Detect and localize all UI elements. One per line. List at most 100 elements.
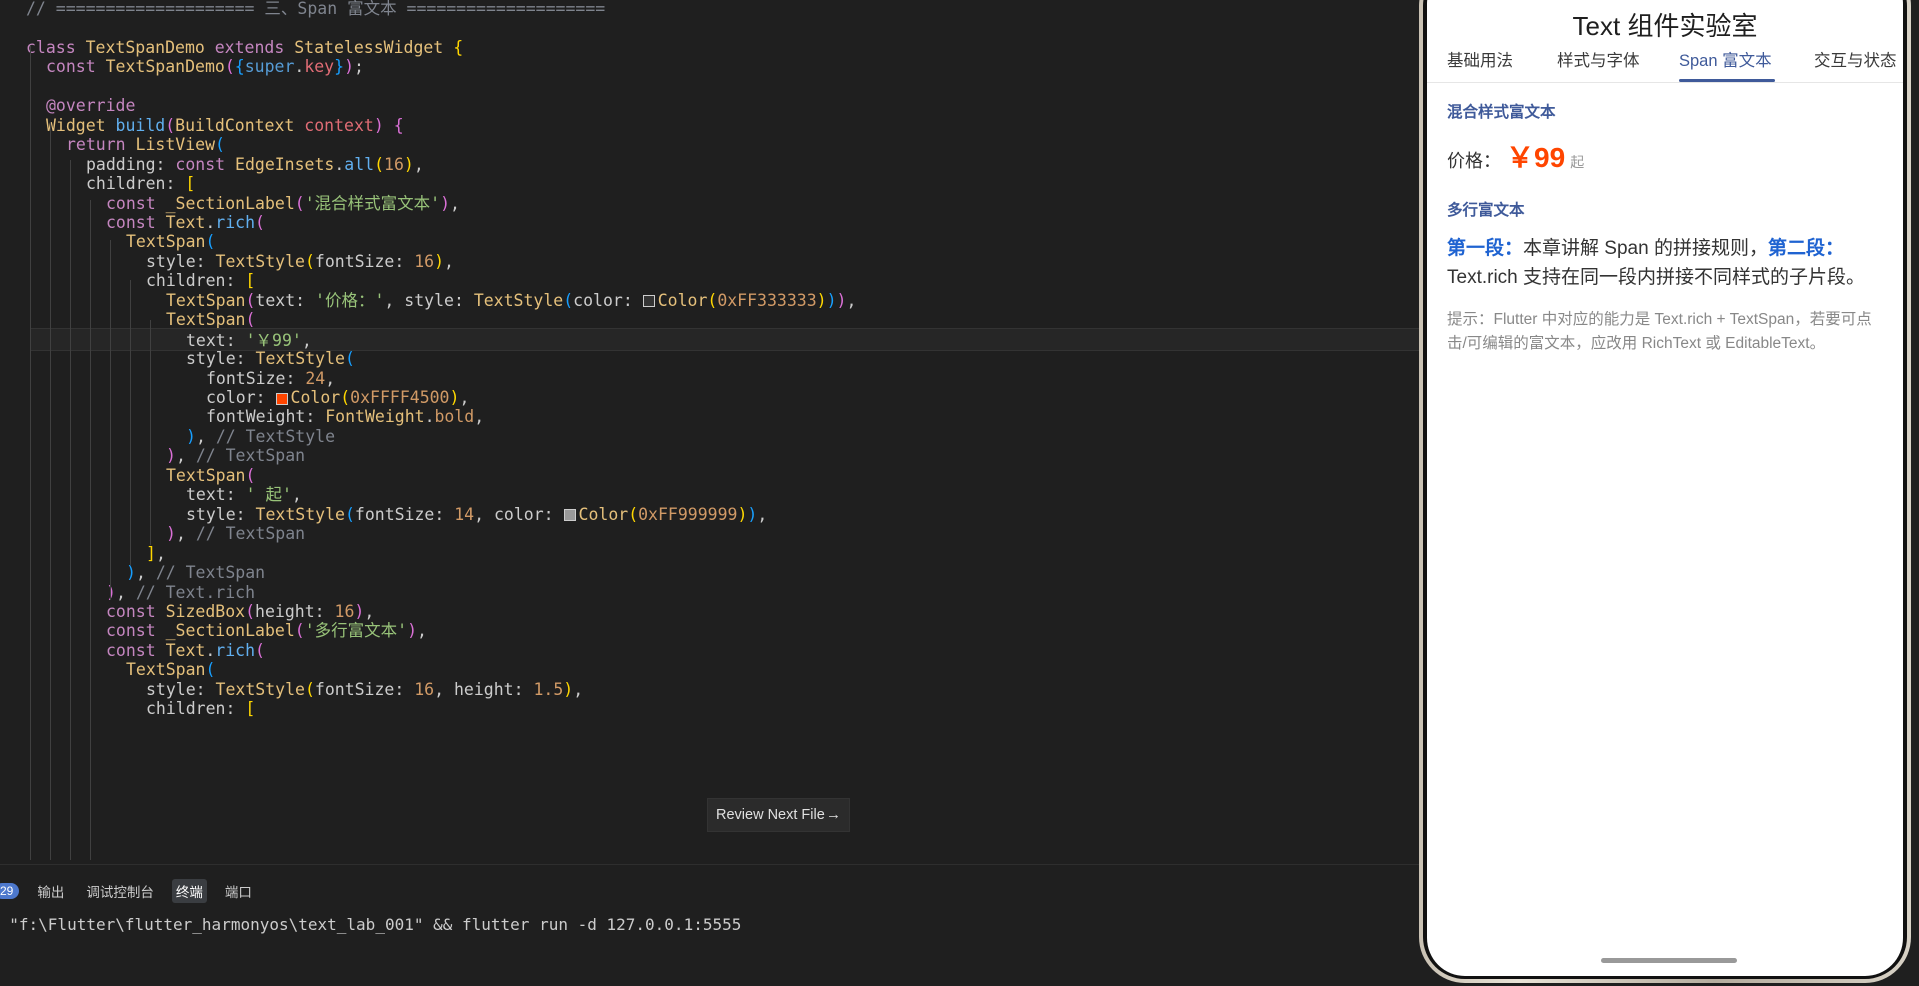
tab-basic-usage[interactable]: 基础用法: [1447, 40, 1513, 82]
bottom-panel: 29 输出 调试控制台 终端 端口 d "f:\Flutter\flutter_…: [0, 864, 1419, 986]
code-token: style:: [186, 504, 256, 524]
code-token: // TextStyle: [215, 426, 336, 446]
indent-guide: [70, 160, 71, 860]
tab-terminal[interactable]: 终端: [171, 879, 207, 903]
code-token: const: [106, 621, 166, 641]
indent-guide: [130, 280, 131, 565]
code-token: // TextSpan: [155, 563, 266, 583]
code-token: 1.5: [533, 679, 564, 699]
code-token: TextSpan: [126, 232, 206, 252]
code-token: {: [393, 115, 404, 135]
color-swatch[interactable]: [275, 392, 288, 405]
rich-text-1: 本章讲解 Span 的拼接规则，: [1523, 238, 1768, 259]
code-token: style:: [186, 349, 256, 369]
price-suffix: 起: [1570, 154, 1585, 170]
code-token: ListView: [135, 135, 216, 155]
color-swatch[interactable]: [563, 509, 576, 522]
panel-tabs: 29 输出 调试控制台 终端 端口: [0, 879, 270, 903]
code-token: text:: [186, 485, 246, 505]
code-token: children:: [146, 271, 246, 291]
home-indicator: [1601, 958, 1737, 963]
code-line[interactable]: ), // TextSpan: [166, 522, 305, 546]
device-preview: Text 组件实验室 基础用法 样式与字体 Span 富文本 交互与状态 混合样…: [1419, 0, 1919, 985]
rich-label-2: 第二段：: [1767, 238, 1844, 259]
rich-label-1: 第一段：: [1447, 238, 1524, 259]
code-token: const: [106, 640, 166, 660]
code-token: const: [46, 57, 106, 77]
code-line[interactable]: const TextSpanDemo({super.key});: [46, 55, 364, 79]
code-token: 16: [384, 154, 404, 174]
code-token: [: [185, 174, 196, 194]
code-token: TextSpanDemo: [105, 57, 225, 77]
code-token: all: [344, 154, 375, 174]
code-token: {: [453, 37, 464, 57]
color-swatch[interactable]: [642, 295, 655, 308]
hint-text: 提示：Flutter 中对应的能力是 Text.rich + TextSpan，…: [1447, 311, 1872, 352]
code-token: (: [304, 251, 315, 271]
tab-debug-console[interactable]: 调试控制台: [82, 879, 158, 903]
terminal-line[interactable]: d "f:\Flutter\flutter_harmonyos\text_lab…: [0, 915, 741, 934]
price-prefix: 价格：: [1447, 151, 1501, 171]
code-token: (: [245, 465, 256, 485]
code-token: ): [563, 679, 574, 699]
code-editor[interactable]: // ==================== 三、Span 富文本 =====…: [0, 0, 1419, 863]
code-token: (: [628, 504, 639, 524]
code-token: (: [294, 193, 305, 213]
code-token: ): [166, 446, 176, 466]
code-token: TextSpan: [166, 310, 246, 330]
code-token: class: [26, 37, 86, 57]
code-token: [: [245, 271, 256, 291]
code-token: rich: [215, 640, 256, 660]
code-token: ): [186, 426, 196, 446]
tab-ports[interactable]: 端口: [221, 879, 256, 903]
code-token: text:: [255, 290, 316, 310]
code-token: 0xFF333333: [717, 290, 817, 310]
code-token: const: [106, 212, 166, 232]
tab-interaction-state[interactable]: 交互与状态: [1814, 40, 1897, 82]
code-token: 24: [305, 368, 326, 388]
code-token: ): [449, 388, 460, 407]
code-token: Color: [578, 504, 629, 524]
code-token: , color:: [474, 504, 564, 524]
code-token: ,: [155, 543, 166, 563]
code-line[interactable]: // ==================== 三、Span 富文本 =====…: [26, 0, 605, 21]
code-token: _SectionLabel: [165, 193, 295, 213]
problems-count-badge[interactable]: 29: [0, 883, 20, 899]
code-token: .: [334, 154, 345, 174]
code-token: .: [205, 640, 216, 660]
code-token: children:: [86, 174, 186, 194]
tab-span-rich-text[interactable]: Span 富文本: [1679, 40, 1772, 82]
code-token: // TextSpan: [195, 524, 306, 544]
code-token: TextStyle: [255, 349, 345, 369]
code-token: '多行富文本': [304, 621, 408, 641]
code-token: ): [403, 154, 414, 174]
code-token: // TextSpan: [195, 446, 306, 466]
code-token: fontWeight:: [206, 407, 326, 427]
tab-output[interactable]: 输出: [33, 879, 68, 903]
code-token: (: [344, 504, 355, 524]
code-token: TextStyle: [215, 251, 305, 271]
code-token: (: [294, 621, 305, 641]
code-token: (: [205, 660, 216, 680]
code-token: (: [165, 115, 176, 135]
code-token: (: [344, 349, 355, 369]
code-token: ): [747, 504, 758, 524]
code-token: TextSpan: [166, 290, 246, 310]
code-token: SizedBox: [165, 601, 246, 621]
code-line[interactable]: children: [: [146, 697, 255, 721]
code-line[interactable]: TextSpan(text: '价格：', style: TextStyle(c…: [166, 289, 856, 313]
code-token: ,: [115, 582, 136, 602]
code-token: ): [126, 563, 136, 583]
code-token: ,: [459, 388, 470, 407]
code-token: , style:: [384, 290, 474, 310]
code-token: Text: [165, 640, 206, 660]
review-next-file-button[interactable]: Review Next File →: [707, 798, 850, 832]
review-button-label: Review Next File: [716, 807, 825, 823]
indent-guide: [30, 45, 31, 860]
code-token: color:: [206, 388, 276, 407]
code-token: fontSize:: [354, 504, 455, 524]
code-token: ): [166, 524, 176, 544]
code-token: (: [245, 290, 256, 310]
app-screen: Text 组件实验室 基础用法 样式与字体 Span 富文本 交互与状态 混合样…: [1427, 0, 1903, 976]
tab-style-font[interactable]: 样式与字体: [1557, 40, 1640, 82]
